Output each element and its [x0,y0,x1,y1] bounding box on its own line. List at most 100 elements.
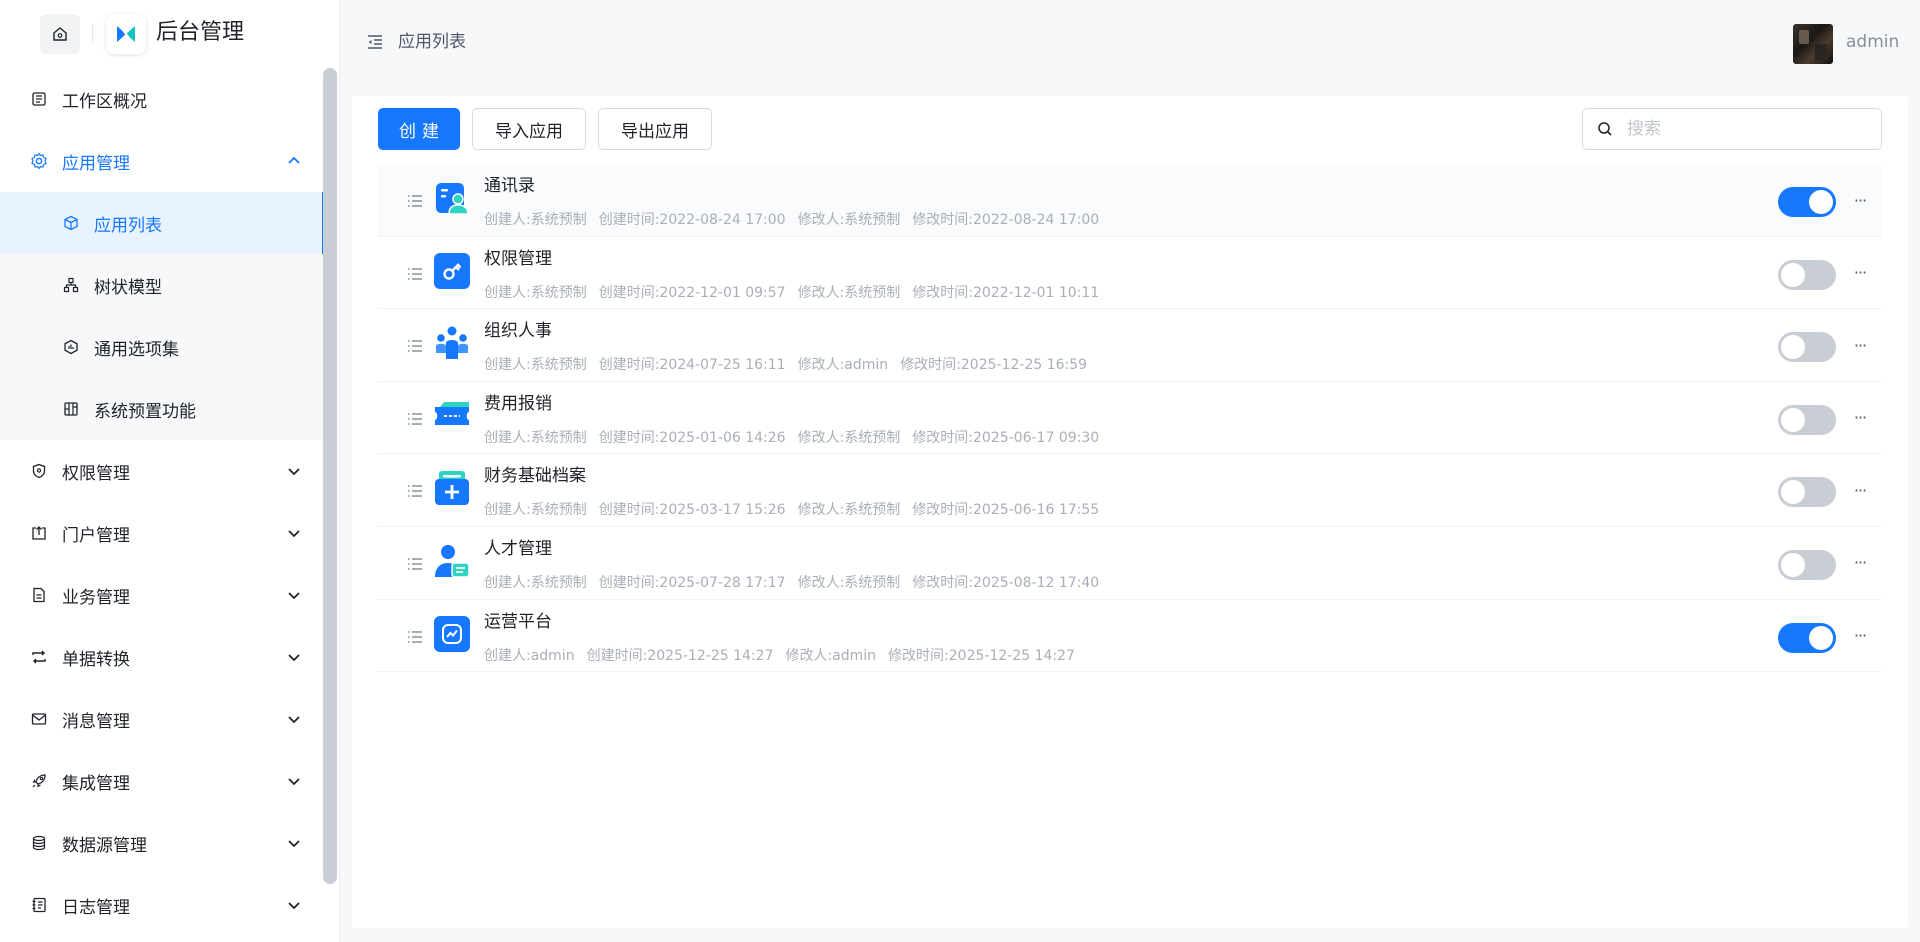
list-item[interactable]: 权限管理 创建人:系统预制 创建时间:2022-12-01 09:57 修改人:系统… [378,236,1882,310]
cube-icon [62,214,80,232]
chevron-down-icon [288,592,300,600]
sidebar-item-log-management[interactable]: 日志管理 [0,874,324,936]
breadcrumb: 应用列表 [398,32,466,52]
logo-divider [92,24,93,44]
chart-app-icon [434,615,470,652]
user-name[interactable]: admin [1846,30,1899,54]
avatar[interactable] [1793,24,1833,64]
app-modified-time: 修改时间:2025-12-25 16:59 [900,357,1088,374]
folder-plus-icon [435,471,469,506]
app-meta: 创建人:系统预制 创建时间:2025-07-28 17:17 修改人:系统预制 修改时… [484,573,1111,593]
drag-handle-icon[interactable] [406,337,424,355]
more-actions-icon[interactable]: ··· [1848,624,1872,648]
search-input[interactable] [1627,119,1867,139]
app-modifier: 修改人:admin [785,647,877,664]
shield-icon [30,462,48,480]
app-created-time: 创建时间:2025-07-28 17:17 [598,574,786,591]
gear-icon [30,152,48,170]
home-button[interactable] [40,14,80,54]
list-item[interactable]: 运营平台 创建人:admin 创建时间:2025-12-25 14:27 修改人:a… [378,599,1882,673]
app-creator: 创建人:系统预制 [484,357,587,374]
chevron-down-icon [288,840,300,848]
list-item[interactable]: 费用报销 创建人:系统预制 创建时间:2025-01-06 14:26 修改人:系统… [378,381,1882,455]
sidebar-item-tree-model[interactable]: 树状模型 [0,254,324,316]
sidebar-item-workspace-overview[interactable]: 工作区概况 [0,68,324,130]
drag-handle-icon[interactable] [406,410,424,428]
sidebar: 后台管理 工作区概况 应用管理 应用列表 树状模型 通用选项集 系统预置功能 权… [0,0,340,942]
drag-handle-icon[interactable] [406,482,424,500]
app-meta: 创建人:系统预制 创建时间:2025-03-17 15:26 修改人:系统预制 修改时… [484,500,1111,520]
list-item[interactable]: 财务基础档案 创建人:系统预制 创建时间:2025-03-17 15:26 修改人:… [378,454,1882,527]
sidebar-menu: 工作区概况 应用管理 应用列表 树状模型 通用选项集 系统预置功能 权限管理 门… [0,68,324,936]
document-icon [30,586,48,604]
drag-handle-icon[interactable] [406,192,424,210]
sidebar-submenu-app-management: 应用列表 树状模型 通用选项集 系统预置功能 [0,192,324,440]
sidebar-item-app-list[interactable]: 应用列表 [0,192,324,254]
sidebar-item-document-conversion[interactable]: 单据转换 [0,626,324,688]
portal-icon [30,524,48,542]
app-enabled-toggle[interactable] [1778,549,1836,580]
app-meta: 创建人:系统预制 创建时间:2024-07-25 16:11 修改人:admin 修改… [484,355,1099,375]
more-actions-icon[interactable]: ··· [1848,188,1872,212]
drag-handle-icon[interactable] [406,265,424,283]
list-item[interactable]: 人才管理 创建人:系统预制 创建时间:2025-07-28 17:17 修改人:系统… [378,526,1882,600]
more-actions-icon[interactable]: ··· [1848,551,1872,575]
sidebar-item-label: 通用选项集 [94,339,179,360]
list-item[interactable]: 组织人事 创建人:系统预制 创建时间:2024-07-25 16:11 修改人:ad… [378,309,1882,382]
app-meta: 创建人:系统预制 创建时间:2022-08-24 17:00 修改人:系统预制 修改时… [484,210,1111,230]
sidebar-item-app-management[interactable]: 应用管理 [0,130,324,192]
more-actions-icon[interactable]: ··· [1848,406,1872,430]
app-meta: 创建人:系统预制 创建时间:2022-12-01 09:57 修改人:系统预制 修改时… [484,283,1111,303]
sidebar-item-integration-management[interactable]: 集成管理 [0,750,324,812]
app-name: 运营平台 [484,611,552,632]
logo-bar: 后台管理 [0,0,340,68]
app-creator: 创建人:系统预制 [484,284,587,301]
app-name: 费用报销 [484,393,552,414]
app-meta: 创建人:系统预制 创建时间:2025-01-06 14:26 修改人:系统预制 修改时… [484,428,1111,448]
more-actions-icon[interactable]: ··· [1848,333,1872,357]
hexagon-icon [62,338,80,356]
chevron-down-icon [288,716,300,724]
app-enabled-toggle[interactable] [1778,622,1836,653]
sidebar-item-system-preset[interactable]: 系统预置功能 [0,378,324,440]
sidebar-item-portal-management[interactable]: 门户管理 [0,502,324,564]
export-app-button[interactable]: 导出应用 [598,108,712,150]
sidebar-scrollbar[interactable] [323,68,337,884]
sidebar-item-message-management[interactable]: 消息管理 [0,688,324,750]
app-created-time: 创建时间:2022-08-24 17:00 [598,212,786,228]
more-actions-icon[interactable]: ··· [1848,261,1872,285]
app-created-time: 创建时间:2025-03-17 15:26 [598,502,786,519]
sidebar-item-permission-management[interactable]: 权限管理 [0,440,324,502]
rocket-icon [30,772,48,790]
menu-collapse-icon[interactable] [366,33,384,51]
sidebar-item-business-management[interactable]: 业务管理 [0,564,324,626]
app-created-time: 创建时间:2025-01-06 14:26 [598,429,786,446]
app-modifier: 修改人:系统预制 [797,574,901,591]
app-enabled-toggle[interactable] [1778,404,1836,435]
sidebar-item-label: 集成管理 [62,773,130,794]
list-item[interactable]: 通讯录 创建人:系统预制 创建时间:2022-08-24 17:00 修改人:系统预… [378,164,1882,237]
app-creator: 创建人:admin [484,647,575,664]
app-enabled-toggle[interactable] [1778,187,1836,217]
sidebar-item-datasource-management[interactable]: 数据源管理 [0,812,324,874]
app-modifier: 修改人:系统预制 [797,429,901,446]
app-list-card: 创建 导入应用 导出应用 通讯录 创建人:系统预制创建时间:2022-08-24… [352,96,1908,928]
tree-icon [62,276,80,294]
import-app-button[interactable]: 导入应用 [472,108,586,150]
app-modified-time: 修改时间:2025-06-16 17:55 [912,502,1100,519]
app-enabled-toggle[interactable] [1778,477,1836,508]
more-actions-icon[interactable]: ··· [1848,478,1872,502]
drag-handle-icon[interactable] [406,555,424,573]
app-modifier: 修改人:系统预制 [797,212,901,228]
chevron-down-icon [288,778,300,786]
chevron-down-icon [288,530,300,538]
sidebar-item-common-options[interactable]: 通用选项集 [0,316,324,378]
brand-logo-icon [117,25,135,43]
mail-icon [30,710,48,728]
app-enabled-toggle[interactable] [1778,332,1836,363]
sidebar-item-label: 日志管理 [62,897,130,918]
create-button[interactable]: 创建 [378,108,460,150]
app-enabled-toggle[interactable] [1778,259,1836,290]
drag-handle-icon[interactable] [406,628,424,646]
sidebar-item-label: 消息管理 [62,711,130,732]
